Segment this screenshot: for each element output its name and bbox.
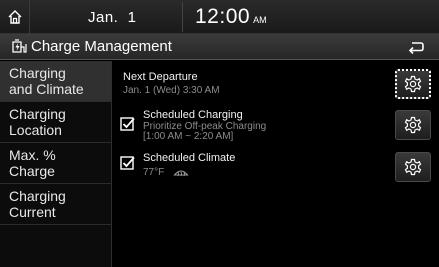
home-button[interactable] [0,0,30,34]
sidebar-item-label: Charge [9,163,55,179]
sidebar-item-label: Max. % [9,147,56,163]
sidebar: Charging and Climate Charging Location M… [0,61,112,267]
gear-icon [404,116,422,134]
climate-temperature: 77°F [143,167,165,178]
page-title: Charge Management [31,38,172,55]
date-display: Jan. 1 [88,9,137,26]
status-bar: Jan. 1 12:00 AM [0,0,439,34]
ev-charge-icon [12,39,27,53]
back-icon [408,42,424,54]
scheduled-climate-title: Scheduled Climate [143,152,236,164]
sidebar-item-label: Current [9,204,56,220]
sidebar-item-charging-current[interactable]: Charging Current [0,184,111,225]
next-departure-title: Next Departure [123,71,198,83]
sidebar-item-label: Charging [9,188,66,204]
scheduled-charging-checkbox[interactable] [120,116,136,132]
sidebar-item-label: Charging [9,65,66,81]
main-content: Next Departure Jan. 1 (Wed) 3:30 AM Sche… [113,61,439,267]
sidebar-item-max-charge[interactable]: Max. % Charge [0,143,111,184]
next-departure-detail: Jan. 1 (Wed) 3:30 AM [123,85,220,96]
scheduled-charging-settings-button[interactable] [395,110,431,140]
scheduled-climate-checkbox[interactable] [120,155,136,171]
scheduled-climate-row[interactable]: Scheduled Climate 77°F [113,149,439,189]
sidebar-item-charging-and-climate[interactable]: Charging and Climate [0,61,111,102]
next-departure-settings-button[interactable] [395,69,431,99]
ampm-display: AM [253,15,267,25]
back-button[interactable] [397,36,435,58]
scheduled-charging-row[interactable]: Scheduled Charging Prioritize Off-peak C… [113,107,439,151]
scheduled-charging-time: [1:00 AM ~ 2:20 AM] [143,131,234,142]
clock[interactable]: 12:00 AM [182,2,267,32]
home-icon [8,10,21,24]
scheduled-climate-settings-button[interactable] [395,152,431,182]
sidebar-item-label: Location [9,122,62,138]
gear-icon [404,75,422,93]
sidebar-item-charging-location[interactable]: Charging Location [0,102,111,143]
time-display: 12:00 [195,5,251,28]
front-defrost-icon [173,170,189,177]
sidebar-item-label: Charging [9,106,66,122]
scheduled-charging-title: Scheduled Charging [143,109,243,121]
gear-icon [404,158,422,176]
next-departure-row: Next Departure Jan. 1 (Wed) 3:30 AM [113,65,439,103]
sidebar-item-label: and Climate [9,81,84,97]
title-bar: Charge Management [0,34,439,60]
